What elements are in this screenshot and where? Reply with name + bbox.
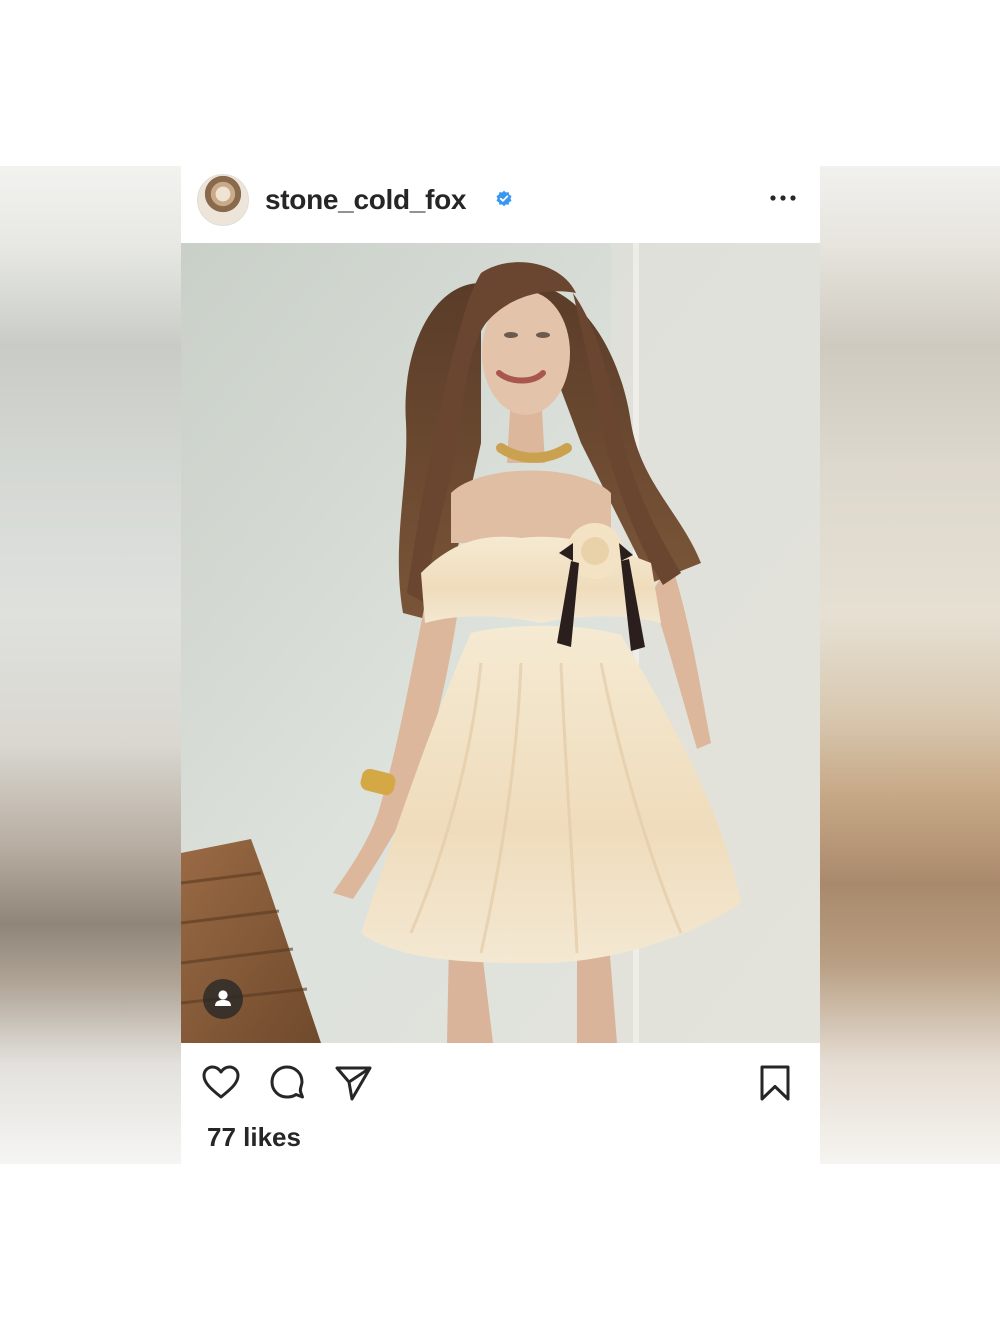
instagram-post-card: stone_cold_fox 77 likes (181, 166, 820, 1164)
heart-icon[interactable] (201, 1063, 241, 1103)
bookmark-icon[interactable] (755, 1063, 795, 1103)
verified-badge-icon (496, 190, 512, 207)
paper-plane-icon[interactable] (333, 1063, 373, 1103)
tagged-user-icon (215, 990, 231, 1006)
likes-count[interactable]: 77 likes (207, 1122, 301, 1153)
post-photo[interactable] (181, 243, 820, 1043)
blurred-background-left (0, 166, 181, 1164)
action-bar (181, 1043, 820, 1123)
username[interactable]: stone_cold_fox (265, 184, 466, 216)
tag-button[interactable] (203, 979, 243, 1019)
photo-illustration (181, 243, 820, 1043)
comment-bubble-icon[interactable] (267, 1063, 307, 1103)
post-header: stone_cold_fox (181, 166, 820, 243)
more-options-icon[interactable] (767, 188, 799, 208)
blurred-background-right (820, 166, 1000, 1164)
profile-avatar[interactable] (197, 174, 249, 226)
